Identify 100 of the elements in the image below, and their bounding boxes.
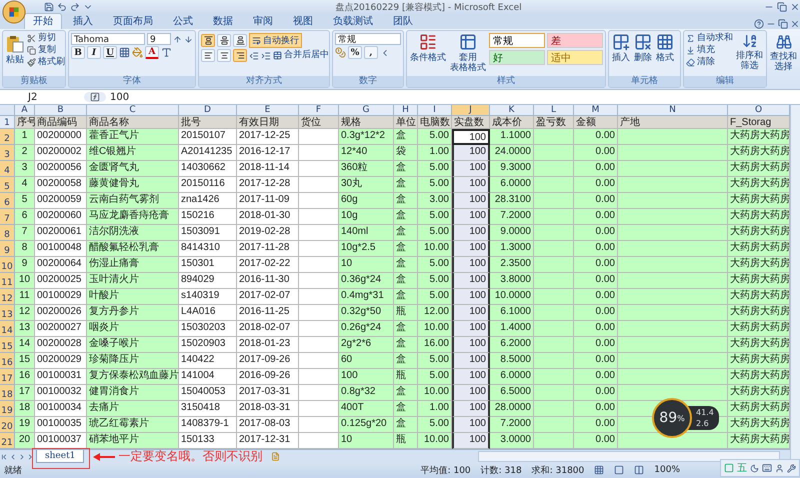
user-icon[interactable]: [775, 464, 784, 472]
row-header[interactable]: 2: [0, 129, 15, 145]
column-header[interactable]: G: [339, 105, 394, 116]
cells-button[interactable]: 插入: [611, 33, 631, 63]
row-header[interactable]: 8: [0, 225, 15, 241]
cells-button[interactable]: 格式: [655, 33, 675, 63]
row-header[interactable]: 6: [0, 193, 15, 209]
currency-icon[interactable]: [335, 47, 346, 58]
number-style-button[interactable]: ,: [364, 46, 378, 59]
column-header[interactable]: D: [179, 105, 237, 116]
clipboard-button[interactable]: 剪切: [27, 33, 65, 44]
ribbon-tab[interactable]: 页面布局: [104, 13, 162, 29]
cell-style-option[interactable]: 差: [547, 33, 603, 48]
font-style-button[interactable]: U: [103, 46, 117, 59]
horizontal-align-button[interactable]: [201, 49, 215, 62]
row-header[interactable]: 11: [0, 273, 15, 289]
vertical-align-button[interactable]: [233, 34, 247, 47]
column-header[interactable]: F: [299, 105, 339, 116]
new-sheet-icon[interactable]: [271, 452, 280, 461]
number-format-field[interactable]: 常规: [335, 33, 401, 45]
column-header[interactable]: L: [534, 105, 574, 116]
formula-value[interactable]: 100: [110, 92, 130, 102]
row-header[interactable]: 16: [0, 353, 15, 369]
editing-button[interactable]: 自动求和: [686, 33, 733, 44]
horizontal-align-button[interactable]: [217, 49, 231, 62]
indent-increase-icon[interactable]: [261, 50, 271, 60]
row-header[interactable]: 21: [0, 433, 15, 449]
row-header[interactable]: 1: [0, 116, 15, 129]
row-header[interactable]: 13: [0, 305, 15, 321]
row-header[interactable]: 7: [0, 209, 15, 225]
cell-style-option[interactable]: 适中: [547, 50, 603, 65]
row-header[interactable]: 14: [0, 321, 15, 337]
close-icon[interactable]: [790, 2, 800, 12]
restore-icon[interactable]: [777, 2, 787, 12]
undo-icon[interactable]: [57, 2, 67, 12]
wrench-icon[interactable]: [787, 464, 796, 472]
ribbon-tab[interactable]: 插入: [64, 13, 102, 29]
conditional-format-button[interactable]: 条件格式: [409, 33, 447, 63]
help-icon[interactable]: [754, 19, 764, 29]
previous-sheet-icon[interactable]: [9, 452, 17, 460]
column-header[interactable]: M: [574, 105, 618, 116]
ribbon-tab[interactable]: 负载测试: [324, 13, 382, 29]
column-header[interactable]: B: [35, 105, 87, 116]
normal-view-icon[interactable]: [594, 465, 604, 475]
restore-icon[interactable]: [778, 19, 788, 29]
fill-color-icon[interactable]: [132, 47, 143, 58]
column-header[interactable]: H: [394, 105, 418, 116]
row-header[interactable]: 12: [0, 289, 15, 305]
ribbon-tab[interactable]: 视图: [284, 13, 322, 29]
cell-style-option[interactable]: 常规: [489, 33, 545, 48]
table-format-button[interactable]: 套用 表格格式: [449, 33, 487, 73]
row-header[interactable]: 15: [0, 337, 15, 353]
paste-button[interactable]: 粘贴: [5, 35, 25, 65]
column-header[interactable]: N: [618, 105, 728, 116]
row-header[interactable]: 20: [0, 417, 15, 433]
zoom-level[interactable]: 100%: [654, 465, 680, 475]
border-icon[interactable]: [119, 47, 130, 58]
ribbon-tab[interactable]: 团队: [384, 13, 422, 29]
merge-center-button[interactable]: 合并后居中: [273, 50, 329, 61]
next-sheet-icon[interactable]: [18, 452, 26, 460]
column-header[interactable]: J: [452, 105, 490, 116]
keyboard-icon[interactable]: [762, 463, 772, 473]
font-name-field[interactable]: Tahoma: [71, 33, 145, 45]
column-header[interactable]: A: [15, 105, 35, 116]
first-sheet-icon[interactable]: [0, 452, 8, 460]
wrap-text-button[interactable]: 自动换行: [249, 33, 302, 48]
ribbon-tab[interactable]: 开始: [24, 13, 62, 29]
find-select-button[interactable]: 查找和 选择: [769, 34, 798, 72]
font-color-button[interactable]: A: [145, 46, 159, 59]
cells-button[interactable]: 删除: [633, 33, 653, 63]
font-size-field[interactable]: 9: [147, 33, 171, 45]
sheet-tab[interactable]: sheet1: [36, 450, 84, 463]
close-icon[interactable]: [790, 19, 800, 29]
vertical-align-button[interactable]: [201, 34, 215, 47]
cell-style-option[interactable]: 好: [489, 50, 545, 65]
font-style-button[interactable]: I: [87, 46, 101, 59]
row-header[interactable]: 3: [0, 145, 15, 161]
redo-icon[interactable]: [70, 2, 80, 12]
ribbon-tab[interactable]: 数据: [204, 13, 242, 29]
row-header[interactable]: 19: [0, 401, 15, 417]
row-header[interactable]: 10: [0, 257, 15, 273]
column-header[interactable]: O: [728, 105, 790, 116]
function-button[interactable]: [84, 92, 106, 102]
vertical-scrollbar[interactable]: [790, 105, 800, 462]
row-header[interactable]: 4: [0, 161, 15, 177]
column-header[interactable]: I: [418, 105, 452, 116]
indent-decrease-icon[interactable]: [249, 50, 259, 60]
editing-button[interactable]: 清除: [686, 57, 733, 68]
row-header[interactable]: 9: [0, 241, 15, 257]
column-header[interactable]: C: [87, 105, 179, 116]
row-header[interactable]: 17: [0, 369, 15, 385]
row-header[interactable]: 18: [0, 385, 15, 401]
row-header[interactable]: 5: [0, 177, 15, 193]
moon-icon[interactable]: [750, 464, 759, 472]
ribbon-tab[interactable]: 公式: [164, 13, 202, 29]
number-style-button[interactable]: %: [348, 46, 362, 59]
font-style-button[interactable]: B: [71, 46, 85, 59]
clipboard-button[interactable]: 格式刷: [27, 57, 65, 68]
name-box[interactable]: J2: [0, 92, 80, 102]
vertical-align-button[interactable]: [217, 34, 231, 47]
